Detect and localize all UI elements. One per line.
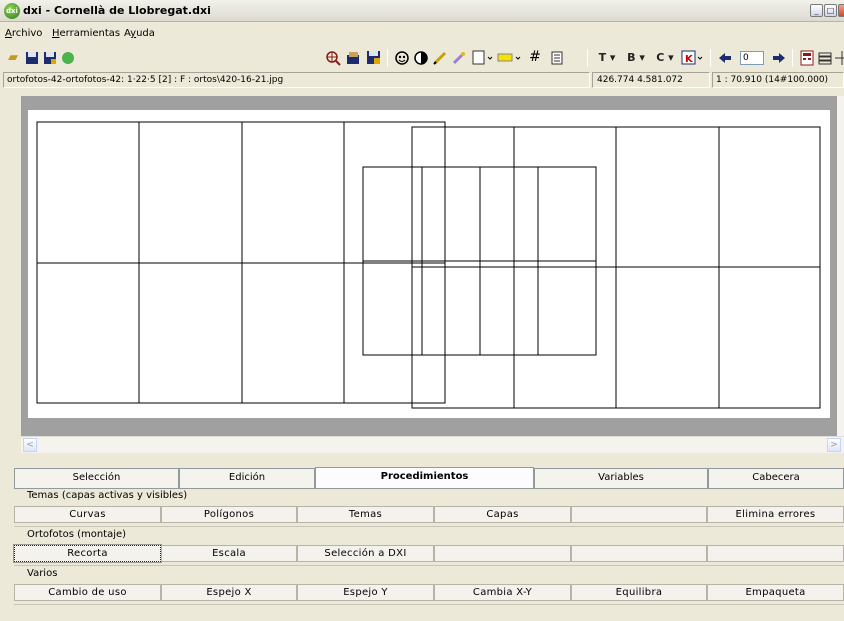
green-ball-icon[interactable] [60, 49, 76, 66]
toolbar: ▰ # T ▾ B ▾ C ▾ K 0 [0, 45, 844, 71]
maximize-button[interactable]: □ [824, 4, 837, 17]
tab-strip: Selección Edición Procedimientos Variabl… [14, 467, 844, 488]
save-icon[interactable] [24, 49, 40, 66]
layers-icon[interactable] [345, 49, 363, 66]
open-folder-icon[interactable]: ▰ [4, 49, 22, 66]
color-icon[interactable] [496, 49, 524, 66]
equilibra-button[interactable]: Equilibra [571, 584, 707, 601]
move-icon[interactable] [834, 49, 844, 66]
vertical-scrollbar[interactable] [837, 96, 844, 436]
tab-variables[interactable]: Variables [534, 468, 708, 488]
poligonos-button[interactable]: Polígonos [161, 506, 297, 523]
menu-archivo[interactable]: Archivo [5, 28, 42, 39]
coords-readout: 426.774 4.581.072 [592, 72, 710, 88]
temas-button[interactable]: Temas [297, 506, 434, 523]
text-c-button[interactable]: C ▾ [651, 49, 679, 66]
tab-seleccion[interactable]: Selección [14, 468, 179, 488]
scroll-right-button[interactable]: > [827, 438, 841, 452]
grid-icon[interactable]: # [526, 49, 544, 66]
group-temas-label: Temas (capas activas y visibles) [27, 490, 188, 501]
elimina-errores-button[interactable]: Elimina errores [707, 506, 844, 523]
text-b-button[interactable]: B ▾ [622, 49, 650, 66]
scale-readout: 1 : 70.910 (14#100.000) [712, 72, 844, 88]
stack-icon[interactable] [818, 49, 834, 66]
menu-herramientas[interactable]: Herramientas [52, 28, 120, 39]
scroll-left-button[interactable]: < [23, 438, 37, 452]
text-t-button[interactable]: T ▾ [593, 49, 621, 66]
empaqueta-button[interactable]: Empaqueta [707, 584, 844, 601]
app-icon: dxi [4, 3, 20, 19]
status-line: ortofotos-42-ortofotos-42: 1·22·5 [2] : … [0, 72, 844, 89]
doc-icon[interactable] [548, 49, 566, 66]
arrow-right-icon[interactable] [770, 49, 788, 66]
paint-icon[interactable] [450, 49, 468, 66]
minimize-button[interactable]: _ [810, 4, 823, 17]
empty-button-1[interactable] [571, 506, 707, 523]
cambia-x-y-button[interactable]: Cambia X-Y [434, 584, 571, 601]
tab-cabecera[interactable]: Cabecera [708, 468, 844, 488]
escala-button[interactable]: Escala [161, 545, 297, 562]
svg-text:K: K [685, 54, 694, 65]
tab-procedimientos[interactable]: Procedimientos [315, 467, 534, 488]
contrast-icon[interactable] [412, 49, 430, 66]
group-ortofotos-label: Ortofotos (montaje) [27, 529, 127, 540]
map-canvas[interactable] [28, 110, 830, 418]
capas-button[interactable]: Capas [434, 506, 571, 523]
recorta-button[interactable]: Recorta [13, 544, 162, 563]
page-icon[interactable] [470, 49, 494, 66]
menu-ayuda[interactable]: Ayuda [124, 28, 155, 39]
tab-edicion[interactable]: Edición [179, 468, 315, 488]
ortofoto-grid [36, 121, 821, 409]
pencil-icon[interactable] [431, 49, 449, 66]
save-as-icon[interactable] [42, 49, 58, 66]
espejo-y-button[interactable]: Espejo Y [297, 584, 434, 601]
espejo-x-button[interactable]: Espejo X [161, 584, 297, 601]
menu-bar: Archivo Herramientas Ayuda [0, 25, 844, 43]
group-varios-label: Varios [27, 568, 58, 579]
empty-button-3[interactable] [571, 545, 707, 562]
calc-icon[interactable] [798, 49, 816, 66]
close-button[interactable] [838, 4, 844, 17]
color-k-icon[interactable]: K [680, 49, 706, 66]
empty-button-2[interactable] [434, 545, 571, 562]
cambio-de-uso-button[interactable]: Cambio de uso [14, 584, 161, 601]
title-bar: dxi dxi - Cornellà de Llobregat.dxi _ □ [0, 0, 844, 22]
file-status: ortofotos-42-ortofotos-42: 1·22·5 [2] : … [3, 72, 590, 88]
empty-button-4[interactable] [707, 545, 844, 562]
map-viewport[interactable] [21, 96, 844, 436]
window-title: dxi - Cornellà de Llobregat.dxi [23, 4, 211, 17]
seleccion-a-dxi-button[interactable]: Selección a DXI [297, 545, 434, 562]
zoom-icon[interactable] [324, 49, 342, 66]
save-layer-icon[interactable] [365, 49, 383, 66]
procedures-panel: Selección Edición Procedimientos Variabl… [13, 458, 844, 621]
horizontal-scrollbar[interactable]: < > [21, 436, 844, 453]
zoom-input[interactable]: 0 [740, 51, 764, 65]
eye-icon[interactable] [393, 49, 411, 66]
arrow-left-icon[interactable] [716, 49, 734, 66]
curvas-button[interactable]: Curvas [14, 506, 161, 523]
